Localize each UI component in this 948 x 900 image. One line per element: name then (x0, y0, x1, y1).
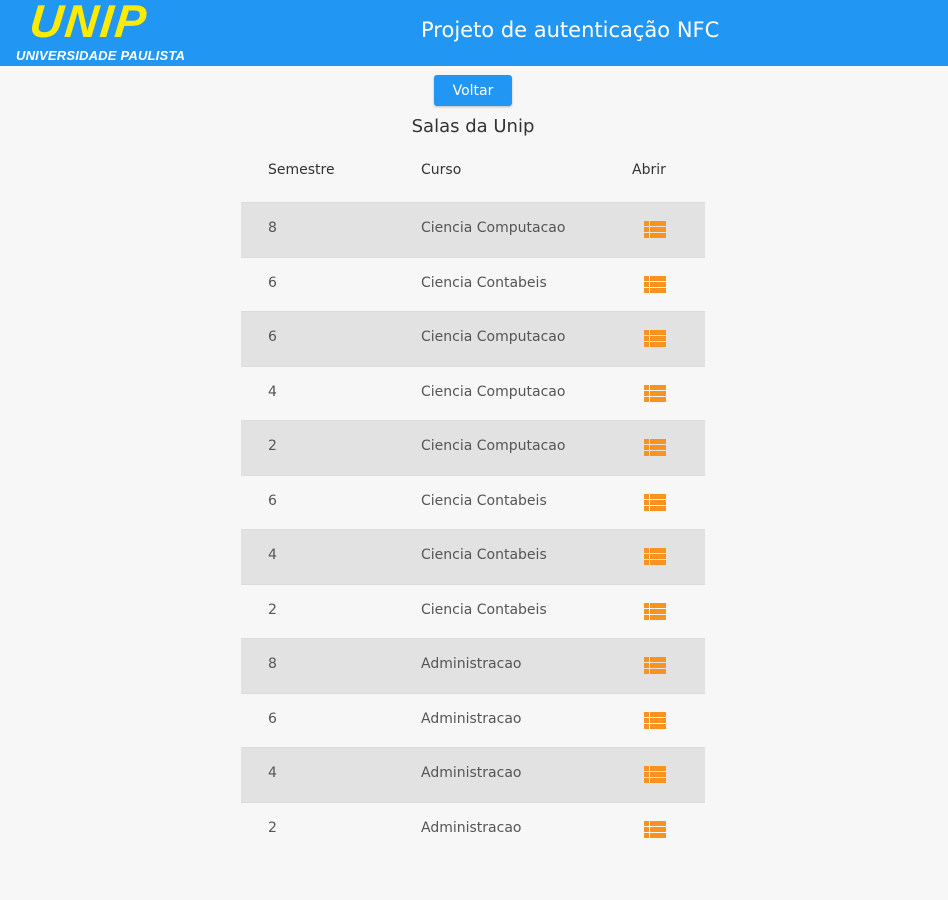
logo-subtext: UNIVERSIDADE PAULISTA (16, 48, 186, 63)
table-row: 6 Ciencia Contabeis (241, 256, 705, 312)
unip-logo: UNIP UNIVERSIDADE PAULISTA (0, 0, 260, 66)
semestre-cell: 4 (268, 765, 277, 781)
semestre-cell: 6 (268, 492, 277, 509)
semestre-cell: 2 (268, 819, 277, 836)
list-icon[interactable] (644, 657, 666, 674)
curso-cell: Ciencia Contabeis (421, 601, 547, 618)
curso-cell: Ciencia Computacao (421, 220, 566, 236)
rooms-table: Semestre Curso Abrir 8 Ciencia Computacao… (241, 150, 705, 856)
curso-cell: Ciencia Computacao (421, 383, 566, 400)
table-row: 2 Ciencia Contabeis (241, 583, 705, 639)
table-row: 8 Administracao (241, 638, 705, 693)
table-row: 4 Administracao (241, 747, 705, 802)
table-header: Semestre Curso Abrir (241, 150, 705, 202)
semestre-cell: 6 (268, 329, 277, 345)
curso-cell: Administracao (421, 819, 522, 836)
column-header-semestre: Semestre (268, 162, 335, 178)
table-row: 6 Ciencia Contabeis (241, 474, 705, 530)
semestre-cell: 4 (268, 547, 277, 563)
column-header-curso: Curso (421, 162, 462, 178)
table-row: 4 Ciencia Computacao (241, 365, 705, 421)
page-title: Salas da Unip (411, 116, 535, 137)
list-icon[interactable] (644, 820, 666, 838)
list-icon[interactable] (644, 384, 666, 402)
table-body: 8 Ciencia Computacao 6 Ciencia Contabeis 6 Ci… (241, 202, 705, 856)
list-icon[interactable] (644, 493, 666, 511)
semestre-cell: 8 (268, 220, 277, 236)
list-icon[interactable] (644, 275, 666, 293)
list-icon[interactable] (644, 221, 666, 238)
semestre-cell: 2 (268, 438, 277, 454)
list-icon[interactable] (644, 766, 666, 783)
header-title: Projeto de autenticação NFC (421, 18, 720, 42)
semestre-cell: 8 (268, 656, 277, 672)
app-header: UNIP UNIVERSIDADE PAULISTA Projeto de au… (0, 0, 948, 66)
logo-text: UNIP (27, 0, 151, 47)
table-row: 2 Administracao (241, 801, 705, 857)
column-header-abrir: Abrir (632, 162, 666, 178)
curso-cell: Ciencia Computacao (421, 329, 566, 345)
list-icon[interactable] (644, 548, 666, 565)
semestre-cell: 4 (268, 383, 277, 400)
back-button[interactable]: Voltar (434, 75, 512, 106)
curso-cell: Administracao (421, 710, 522, 727)
curso-cell: Ciencia Contabeis (421, 547, 547, 563)
table-row: 6 Ciencia Computacao (241, 311, 705, 366)
curso-cell: Ciencia Contabeis (421, 492, 547, 509)
list-icon[interactable] (644, 602, 666, 620)
curso-cell: Administracao (421, 656, 522, 672)
list-icon[interactable] (644, 330, 666, 347)
curso-cell: Administracao (421, 765, 522, 781)
table-row: 2 Ciencia Computacao (241, 420, 705, 475)
table-row: 8 Ciencia Computacao (241, 202, 705, 257)
table-row: 6 Administracao (241, 692, 705, 748)
semestre-cell: 6 (268, 710, 277, 727)
curso-cell: Ciencia Computacao (421, 438, 566, 454)
table-row: 4 Ciencia Contabeis (241, 529, 705, 584)
list-icon[interactable] (644, 711, 666, 729)
semestre-cell: 6 (268, 274, 277, 291)
semestre-cell: 2 (268, 601, 277, 618)
list-icon[interactable] (644, 439, 666, 456)
curso-cell: Ciencia Contabeis (421, 274, 547, 291)
